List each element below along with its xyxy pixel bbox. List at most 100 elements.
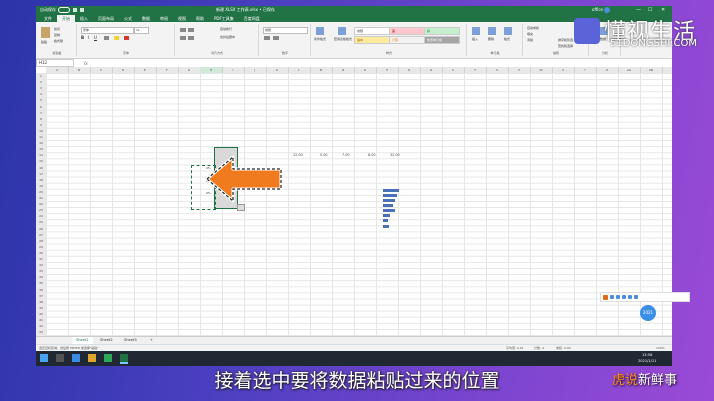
tab-7[interactable]: 视图 <box>173 15 191 22</box>
row-header[interactable]: 43 <box>36 329 46 335</box>
fill-button[interactable]: 填充 <box>527 32 533 36</box>
windows-start-icon[interactable] <box>40 354 48 362</box>
name-box[interactable]: H12 <box>36 59 74 67</box>
style-good[interactable]: 好 <box>424 27 460 35</box>
delete-icon[interactable] <box>488 27 496 35</box>
conditional-format-button[interactable]: 条件格式 <box>314 37 326 41</box>
align-center-icon[interactable] <box>188 36 194 40</box>
ime-tool-icon[interactable] <box>628 295 632 299</box>
folder-icon[interactable] <box>88 354 96 362</box>
paste-button[interactable]: 粘贴 <box>41 40 47 44</box>
row-header[interactable]: 5 <box>36 97 46 103</box>
bold-button[interactable]: B <box>81 35 84 40</box>
clear-button[interactable]: 清除 <box>527 38 533 42</box>
cell-value[interactable]: 32.00 <box>390 153 400 157</box>
row-header[interactable]: 4 <box>36 91 46 97</box>
row-header[interactable]: 21 <box>36 195 46 201</box>
row-header[interactable]: 42 <box>36 323 46 329</box>
spreadsheet-grid[interactable]: A B C D E F G H I J K L M N O P Q R S T U V W X Y Z AA AB 123456789… <box>36 67 672 336</box>
paste-icon[interactable] <box>41 27 50 38</box>
italic-button[interactable]: I <box>88 35 89 40</box>
percent-icon[interactable] <box>273 36 279 40</box>
row-header[interactable]: 19 <box>36 183 46 189</box>
format-painter-button[interactable]: 格式刷 <box>54 39 63 43</box>
ime-tool-icon[interactable] <box>610 295 614 299</box>
table-format-icon[interactable] <box>338 27 346 35</box>
cell-value[interactable]: 7.00 <box>342 153 350 157</box>
insert-button[interactable]: 插入 <box>472 37 478 41</box>
style-check-cell[interactable]: 检查单元格 <box>424 36 460 44</box>
row-header[interactable]: 32 <box>36 262 46 268</box>
row-header[interactable]: 11 <box>36 134 46 140</box>
floating-ball[interactable]: 2021 <box>640 305 656 321</box>
conditional-format-icon[interactable] <box>316 27 324 35</box>
fill-color-icon[interactable] <box>114 36 119 40</box>
align-top-icon[interactable] <box>180 28 186 32</box>
font-name-select[interactable]: 宋体 <box>81 27 134 34</box>
row-header[interactable]: 10 <box>36 128 46 134</box>
ime-tool-icon[interactable] <box>616 295 620 299</box>
row-header[interactable]: 15 <box>36 158 46 164</box>
row-header[interactable]: 2 <box>36 79 46 85</box>
style-calculation[interactable]: 计算 <box>389 36 425 44</box>
tab-8[interactable]: 帮助 <box>191 15 209 22</box>
tab-4[interactable]: 公式 <box>119 15 137 22</box>
tab-1[interactable]: 开始 <box>57 15 75 22</box>
edge-icon[interactable] <box>72 354 80 362</box>
minimize-button[interactable]: — <box>636 7 641 13</box>
currency-icon[interactable] <box>264 36 270 40</box>
row-header[interactable]: 7 <box>36 110 46 116</box>
tab-6[interactable]: 审阅 <box>155 15 173 22</box>
row-header[interactable]: 38 <box>36 299 46 305</box>
add-sheet-button[interactable]: + <box>146 337 157 344</box>
number-format-select[interactable]: 常规 <box>263 27 308 34</box>
tab-3[interactable]: 页面布局 <box>93 15 119 22</box>
format-icon[interactable] <box>504 27 512 35</box>
style-bad[interactable]: 差 <box>389 27 425 35</box>
cell-value[interactable]: 8.00 <box>368 153 376 157</box>
tab-0[interactable]: 文件 <box>39 15 57 22</box>
row-header[interactable]: 28 <box>36 238 46 244</box>
close-button[interactable]: ✕ <box>661 7 665 13</box>
cut-button[interactable]: 剪切 <box>54 27 60 31</box>
row-header[interactable]: 31 <box>36 256 46 262</box>
tab-10[interactable]: 百度网盘 <box>239 15 265 22</box>
cell-value[interactable]: 12.00 <box>293 153 303 157</box>
undo-icon[interactable] <box>80 8 84 12</box>
row-header[interactable]: 16 <box>36 165 46 171</box>
tab-9[interactable]: PDF工具集 <box>209 15 239 22</box>
cell-grid[interactable] <box>46 73 672 336</box>
row-header[interactable]: 20 <box>36 189 46 195</box>
row-header[interactable]: 12 <box>36 140 46 146</box>
format-button[interactable]: 格式 <box>504 37 510 41</box>
row-header[interactable]: 37 <box>36 293 46 299</box>
avatar[interactable] <box>604 7 610 13</box>
row-header[interactable]: 27 <box>36 232 46 238</box>
row-header[interactable]: 26 <box>36 226 46 232</box>
style-normal[interactable]: 常规 <box>354 27 390 35</box>
row-header[interactable]: 1 <box>36 73 46 79</box>
sogou-icon[interactable] <box>603 294 608 300</box>
row-header[interactable]: 3 <box>36 85 46 91</box>
font-size-select[interactable]: 11 <box>134 27 149 34</box>
ime-toolbar[interactable] <box>600 292 690 302</box>
row-header[interactable]: 6 <box>36 104 46 110</box>
row-header[interactable]: 18 <box>36 177 46 183</box>
copy-button[interactable]: 复制 <box>54 33 60 37</box>
table-format-button[interactable]: 套用表格格式 <box>334 37 352 41</box>
chrome-icon[interactable] <box>104 354 112 362</box>
align-middle-icon[interactable] <box>188 28 194 32</box>
row-header[interactable]: 23 <box>36 207 46 213</box>
font-color-icon[interactable] <box>124 36 129 40</box>
insert-icon[interactable] <box>472 27 480 35</box>
row-header[interactable]: 41 <box>36 317 46 323</box>
row-header[interactable]: 24 <box>36 213 46 219</box>
excel-taskbar-icon[interactable] <box>120 354 128 364</box>
zoom-level[interactable]: 100% <box>656 346 665 350</box>
style-neutral[interactable]: 适中 <box>354 36 390 44</box>
row-header[interactable]: 29 <box>36 244 46 250</box>
sheet-tab-2[interactable]: Sheet2 <box>96 337 117 344</box>
save-icon[interactable] <box>73 8 77 12</box>
row-header[interactable]: 36 <box>36 287 46 293</box>
row-header[interactable]: 35 <box>36 280 46 286</box>
